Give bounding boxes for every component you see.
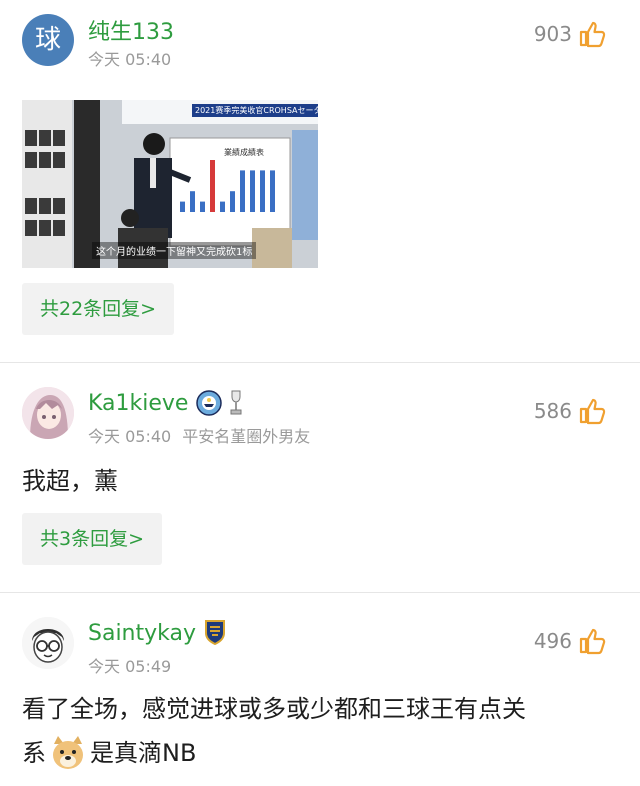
whiteboard-bar bbox=[210, 160, 215, 212]
like-button[interactable]: 586 bbox=[534, 397, 606, 425]
user-tag: 平安名堇圈外男友 bbox=[182, 427, 311, 446]
username[interactable]: 纯生133 bbox=[88, 14, 174, 46]
comment-3: Saintykay 今天 05:49 496 看了全场，感觉进球或多或少都和三球… bbox=[0, 593, 640, 786]
view-replies-button[interactable]: 共22条回复> bbox=[22, 283, 175, 335]
whiteboard-bar bbox=[270, 170, 275, 212]
like-button[interactable]: 496 bbox=[534, 627, 606, 655]
anime-avatar-image bbox=[22, 387, 74, 439]
comment-text-line-2: 系 是真滴NB bbox=[22, 731, 620, 775]
like-count: 586 bbox=[533, 399, 572, 423]
video-subtitle: 这个月的业绩一下留神又完成砍1标 bbox=[92, 242, 257, 259]
comment-text: 看了全场，感觉进球或多或少都和三球王有点关 系 是真滴NB bbox=[22, 687, 620, 775]
whiteboard-bar bbox=[180, 201, 185, 212]
like-count: 496 bbox=[533, 629, 572, 653]
whiteboard-title: 業績成績表 bbox=[224, 148, 264, 157]
cartoon-avatar-image bbox=[22, 617, 74, 669]
comment-text: 我超，薰 bbox=[22, 467, 118, 495]
comment-text-pre: 系 bbox=[22, 739, 46, 767]
username[interactable]: Ka1kieve bbox=[88, 391, 188, 416]
video-thumbnail[interactable]: 2021赛季完美收官CROHSAセーター 業績成績表 这个月的业绩一下留神又完成… bbox=[22, 100, 318, 268]
avatar[interactable] bbox=[22, 617, 74, 669]
comment-2: Ka1kieve 今天 05:40 平安名堇圈外男友 586 我超，薰 共3条回… bbox=[0, 363, 640, 591]
comment-time: 今天 05:49 bbox=[88, 657, 172, 676]
thumbs-up-icon bbox=[579, 628, 606, 655]
user-badges bbox=[196, 389, 244, 417]
comment-1: 球 纯生133 今天 05:40 903 2021赛季完美收官CROHSAセータ… bbox=[0, 0, 640, 362]
trophy-icon bbox=[230, 390, 242, 415]
comment-time: 今天 05:40 bbox=[88, 50, 172, 69]
thumbs-up-icon bbox=[579, 398, 606, 425]
club-crest-icon bbox=[205, 620, 225, 645]
whiteboard-bar bbox=[200, 201, 205, 212]
comment-time: 今天 05:40 bbox=[88, 427, 172, 446]
manchester-city-badge-icon bbox=[196, 390, 222, 416]
whiteboard-bar bbox=[220, 201, 225, 212]
username[interactable]: Saintykay bbox=[88, 621, 196, 646]
whiteboard-bar bbox=[240, 170, 245, 212]
thumbs-up-icon bbox=[579, 21, 606, 48]
whiteboard-bar bbox=[250, 170, 255, 212]
like-button[interactable]: 903 bbox=[534, 20, 606, 48]
comment-text-line-1: 看了全场，感觉进球或多或少都和三球王有点关 bbox=[22, 695, 526, 723]
whiteboard-bar bbox=[230, 191, 235, 212]
avatar[interactable]: 球 bbox=[22, 14, 74, 66]
view-replies-button[interactable]: 共3条回复> bbox=[22, 513, 163, 565]
avatar[interactable] bbox=[22, 387, 74, 439]
video-banner: 2021赛季完美收官CROHSAセーター bbox=[192, 104, 318, 117]
like-count: 903 bbox=[533, 22, 572, 46]
comment-meta: 今天 05:40 平安名堇圈外男友 bbox=[88, 423, 310, 447]
whiteboard-bar bbox=[190, 191, 195, 212]
user-badges bbox=[204, 619, 226, 645]
comment-text-post: 是真滴NB bbox=[90, 739, 197, 767]
doge-emoji-icon bbox=[53, 736, 83, 769]
whiteboard-bar bbox=[260, 170, 265, 212]
